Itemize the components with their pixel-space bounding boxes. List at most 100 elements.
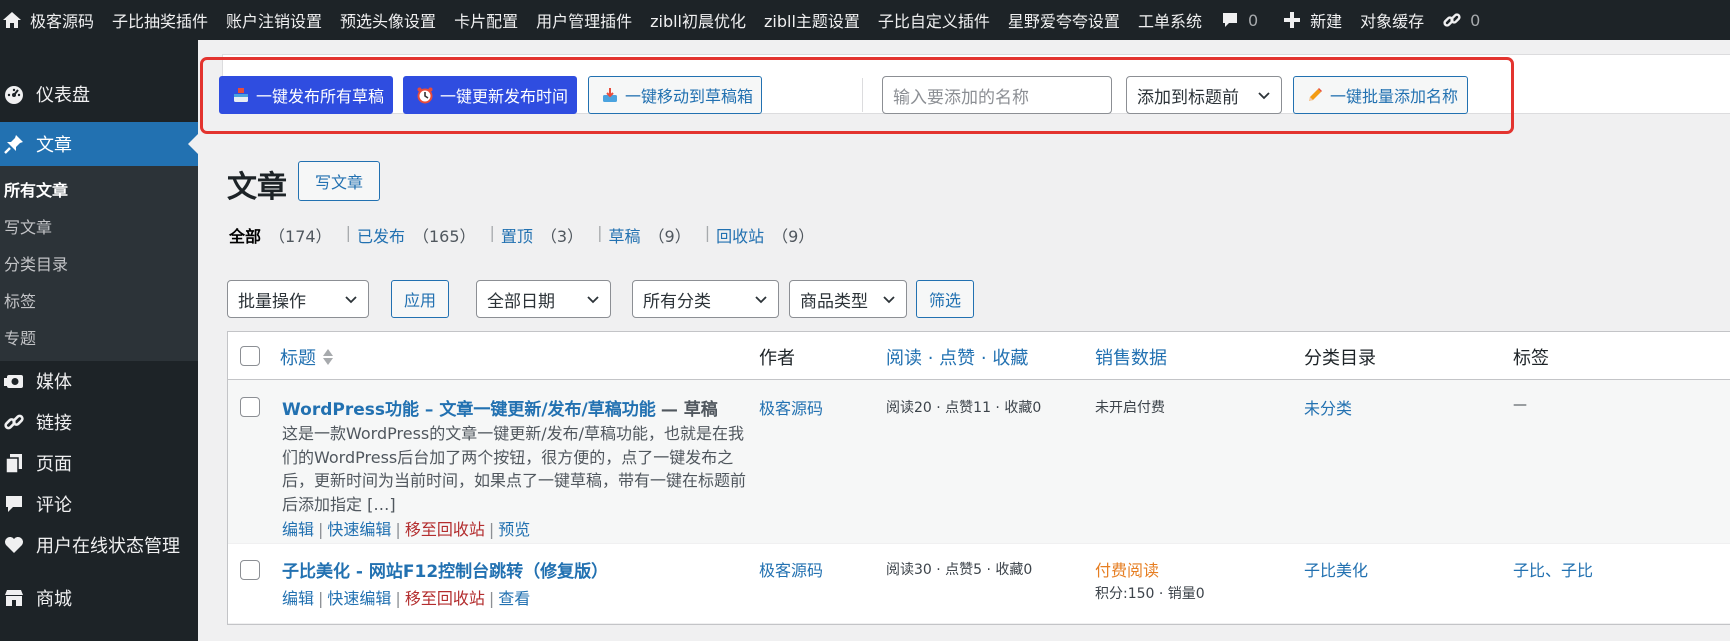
tag-links[interactable]: 子比、子比 — [1513, 557, 1593, 581]
view-all[interactable]: 全部 （174） — [229, 223, 332, 247]
preview-link[interactable]: 预览 — [498, 520, 530, 539]
adminbar-custom-plugin[interactable]: 子比自定义插件 — [869, 0, 999, 40]
move-to-drafts-button[interactable]: 一键移动到草稿箱 — [588, 76, 762, 114]
adminbar-lottery-plugin[interactable]: 子比抽奖插件 — [103, 0, 217, 40]
submenu-topics[interactable]: 专题 — [0, 318, 198, 355]
adminbar-user-management[interactable]: 用户管理插件 — [527, 0, 641, 40]
admin-sidebar: 仪表盘 文章 所有文章 写文章 分类目录 标签 专题 媒体 链接 页面 评论 用… — [0, 40, 198, 641]
move-to-drafts-label: 一键移动到草稿箱 — [625, 87, 754, 106]
menu-shop-label: 商城 — [36, 589, 72, 610]
batch-add-name-button[interactable]: 一键批量添加名称 — [1293, 76, 1468, 114]
menu-links[interactable]: 链接 — [0, 401, 198, 442]
adminbar-site-home[interactable]: 极客源码 — [0, 0, 103, 40]
author-link[interactable]: 极客源码 — [759, 557, 823, 581]
submenu-tags[interactable]: 标签 — [0, 281, 198, 318]
menu-comments[interactable]: 评论 — [0, 483, 198, 524]
adminbar-card-config[interactable]: 卡片配置 — [445, 0, 527, 40]
comment-bubble-icon — [1220, 10, 1240, 30]
product-type-select[interactable]: 商品类型 — [789, 280, 907, 318]
post-title-link[interactable]: WordPress功能 – 文章一键更新/发布/草稿功能 — [282, 400, 656, 420]
posts-table: 标题 作者 阅读 · 点赞 · 收藏 销售数据 分类目录 标签 WordPres… — [227, 331, 1730, 625]
submenu-add-post[interactable]: 写文章 — [0, 207, 198, 244]
adminbar-item-label: 卡片配置 — [454, 12, 519, 31]
view-drafts[interactable]: 草稿 （9） — [609, 223, 691, 247]
name-input[interactable]: 输入要添加的名称 — [882, 76, 1112, 114]
menu-media[interactable]: 媒体 — [0, 361, 198, 401]
adminbar-avatar-settings[interactable]: 预选头像设置 — [331, 0, 445, 40]
sales-detail: 积分:150 · 销量0 — [1095, 586, 1205, 602]
quick-edit-link[interactable]: 快速编辑 — [327, 520, 391, 539]
trash-link[interactable]: 移至回收站 — [405, 589, 485, 608]
view-label: 已发布 — [356, 227, 405, 246]
sort-icon — [322, 348, 334, 366]
add-new-post-button[interactable]: 写文章 — [298, 161, 381, 201]
adminbar-praise-settings[interactable]: 星野爱夸夸设置 — [999, 0, 1129, 40]
menu-posts-label: 文章 — [36, 135, 72, 156]
trash-link[interactable]: 移至回收站 — [405, 520, 485, 539]
comments-count: 0 — [1247, 10, 1259, 30]
submenu-all-posts[interactable]: 所有文章 — [0, 170, 198, 207]
view-trash[interactable]: 回收站 （9） — [716, 223, 814, 247]
alarm-clock-icon — [416, 85, 434, 105]
category-link[interactable]: 子比美化 — [1304, 557, 1368, 581]
menu-dashboard[interactable]: 仪表盘 — [0, 72, 198, 116]
view-sticky[interactable]: 置顶 （3） — [501, 223, 583, 247]
post-tags: — — [1513, 397, 1527, 413]
apply-button[interactable]: 应用 — [391, 280, 450, 318]
filter-button[interactable]: 筛选 — [916, 280, 975, 318]
adminbar-links[interactable]: 0 — [1433, 0, 1489, 40]
row-checkbox[interactable] — [240, 560, 260, 580]
select-all-checkbox[interactable] — [240, 346, 260, 366]
bulk-actions-select[interactable]: 批量操作 — [227, 280, 369, 318]
view-count: （9） — [648, 227, 691, 246]
category-filter-select[interactable]: 所有分类 — [632, 280, 779, 318]
adminbar-comments[interactable]: 0 — [1211, 0, 1267, 40]
separator: | — [318, 589, 324, 608]
post-state: — 草稿 — [660, 400, 718, 420]
author-link[interactable]: 极客源码 — [759, 395, 823, 419]
edit-link[interactable]: 编辑 — [282, 520, 314, 539]
category-filter-value: 所有分类 — [643, 291, 711, 312]
chevron-down-icon — [344, 292, 358, 306]
menu-online-status[interactable]: 用户在线状态管理 — [0, 524, 198, 565]
edit-link[interactable]: 编辑 — [282, 589, 314, 608]
admin-bar: 极客源码 子比抽奖插件 账户注销设置 预选头像设置 卡片配置 用户管理插件 zi… — [0, 0, 1730, 40]
menu-media-label: 媒体 — [36, 372, 72, 393]
view-link[interactable]: 查看 — [498, 589, 530, 608]
table-row: 子比美化 - 网站F12控制台跳转（修复版） 编辑 | 快速编辑 | 移至回收站 | 查看 … — [228, 544, 1730, 624]
bulk-actions-value: 批量操作 — [238, 291, 306, 312]
dashboard-gauge-icon — [2, 82, 26, 106]
publish-all-drafts-button[interactable]: 一键发布所有草稿 — [219, 76, 393, 114]
separator: | — [489, 223, 495, 242]
column-title-header[interactable]: 标题 — [280, 344, 334, 370]
adminbar-ticket-system[interactable]: 工单系统 — [1129, 0, 1211, 40]
post-title-link[interactable]: 子比美化 - 网站F12控制台跳转（修复版） — [282, 562, 608, 582]
adminbar-zibll-theme-settings[interactable]: zibll主题设置 — [755, 0, 869, 40]
menu-pages[interactable]: 页面 — [0, 442, 198, 483]
column-sales-header[interactable]: 销售数据 — [1095, 344, 1167, 370]
adminbar-account-deletion[interactable]: 账户注销设置 — [217, 0, 331, 40]
position-select[interactable]: 添加到标题前 — [1126, 76, 1282, 114]
view-published[interactable]: 已发布 （165） — [357, 223, 476, 247]
menu-shop[interactable]: 商城 — [0, 565, 198, 631]
adminbar-zibll-optimize[interactable]: zibll初晨优化 — [641, 0, 755, 40]
date-filter-select[interactable]: 全部日期 — [476, 280, 611, 318]
separator: | — [345, 223, 351, 242]
update-publish-time-button[interactable]: 一键更新发布时间 — [403, 76, 577, 114]
row-checkbox[interactable] — [240, 397, 260, 417]
adminbar-item-label: 账户注销设置 — [226, 12, 323, 31]
post-status-filters: 全部 （174） | 已发布 （165） | 置顶 （3） | 草稿 （9） | 回收站… — [229, 223, 814, 247]
adminbar-new-content[interactable]: 新建 — [1273, 0, 1351, 40]
view-count: （165） — [412, 227, 476, 246]
quick-edit-link[interactable]: 快速编辑 — [327, 589, 391, 608]
adminbar-item-label: 预选头像设置 — [340, 12, 437, 31]
menu-posts[interactable]: 文章 — [0, 122, 198, 166]
category-link[interactable]: 未分类 — [1304, 395, 1352, 419]
adminbar-item-label: zibll初晨优化 — [650, 12, 746, 31]
row-actions: 编辑 | 快速编辑 | 移至回收站 | 预览 — [282, 516, 530, 540]
submenu-categories[interactable]: 分类目录 — [0, 244, 198, 281]
column-stats-header[interactable]: 阅读 · 点赞 · 收藏 — [886, 344, 1028, 370]
adminbar-object-cache[interactable]: 对象缓存 — [1351, 0, 1433, 40]
adminbar-item-label: 子比抽奖插件 — [112, 12, 209, 31]
position-select-value: 添加到标题前 — [1137, 87, 1239, 108]
